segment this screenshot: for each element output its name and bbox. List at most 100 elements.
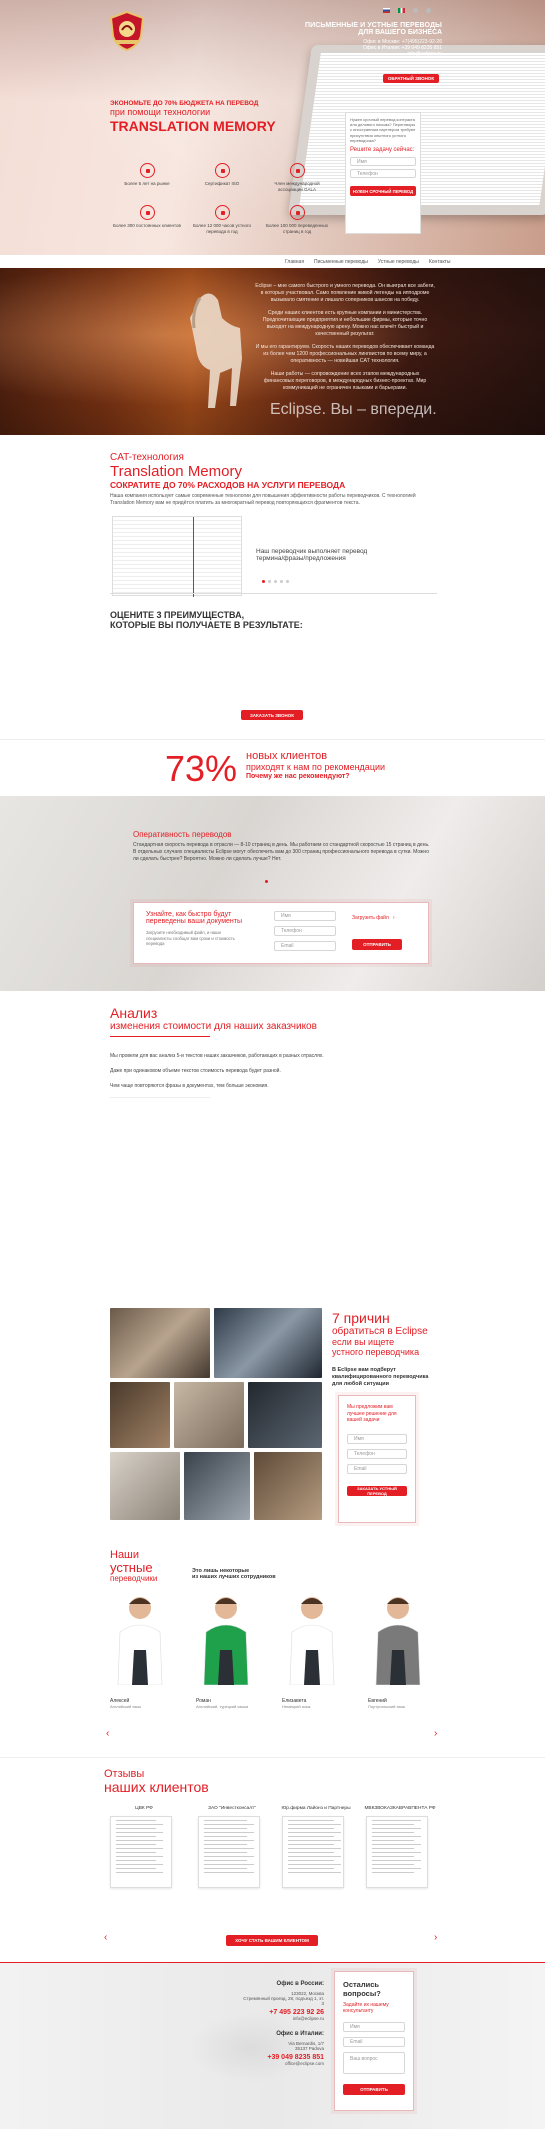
translator-photo	[203, 1597, 249, 1686]
review-letter[interactable]	[366, 1816, 428, 1888]
speed-text: Стандартная скорость перевода в отрасли …	[133, 842, 430, 862]
speed-form-title: переведены ваши документы	[146, 918, 243, 925]
translators-note: Это лишь некоторые из наших лучших сотру…	[192, 1568, 276, 1580]
carousel-dot[interactable]	[280, 580, 283, 583]
urgent-submit-button[interactable]: НУЖЕН СРОЧНЫЙ ПЕРЕВОД	[350, 186, 416, 197]
footer-email[interactable]: office@eclipse.com	[240, 2061, 324, 2066]
chevron-right-icon[interactable]: ›	[434, 1932, 437, 1943]
footer-email[interactable]: info@eclipse.ru	[240, 2016, 324, 2021]
oral-name-field[interactable]: Имя	[347, 1433, 407, 1444]
speed-phone-field[interactable]: Телефон	[274, 926, 336, 936]
footer-office-label: Офис в Италии:	[276, 2031, 324, 2037]
translator-photo	[117, 1597, 163, 1686]
urgent-name-field[interactable]: Имя	[350, 157, 416, 167]
reasons-heading: 7 причин обратиться в Eclipse если вы ищ…	[332, 1310, 442, 1388]
footer: Офис в России: 123022, Москва Стремянный…	[0, 1962, 545, 2129]
divider	[110, 1097, 210, 1098]
review-letter[interactable]	[198, 1816, 260, 1888]
question-submit-button[interactable]: ОТПРАВИТЬ	[343, 2084, 405, 2095]
advantages-title-line: ОЦЕНИТЕ 3 ПРЕИМУЩЕСТВА,	[110, 610, 245, 620]
header-email[interactable]: info@eclipse.ru	[300, 51, 442, 57]
carousel-dot[interactable]	[268, 580, 271, 583]
cat-screenshot	[112, 516, 242, 597]
reviews-heading: Отзывы наших клиентов	[104, 1768, 209, 1794]
carousel-dot[interactable]	[274, 580, 277, 583]
nav-contacts[interactable]: Контакты	[429, 259, 451, 265]
carousel-dot[interactable]	[262, 580, 265, 583]
certificate-icon	[214, 163, 230, 178]
footer-phone[interactable]: +7 495 223 92 26	[240, 2009, 324, 2016]
refresh-icon	[214, 205, 230, 220]
order-call-button[interactable]: ЗАКАЗАТЬ ЗВОНОК	[241, 710, 303, 720]
nav-oral[interactable]: Устные переводы	[378, 259, 419, 265]
hero-subtitle-2: при помощи технологии	[110, 107, 211, 117]
chevron-right-icon[interactable]: ›	[434, 1728, 437, 1739]
become-client-button[interactable]: ХОЧУ СТАТЬ ВАШИМ КЛИЕНТОМ	[226, 1935, 318, 1946]
question-form: Остались вопросы? Задайте их нашему конс…	[334, 1971, 414, 2111]
speed-form-text: Загрузите необходимый файл, и наши специ…	[146, 930, 235, 946]
team-photo	[248, 1382, 322, 1448]
chevron-right-icon: ›	[392, 915, 395, 921]
footer-office-label: Офис в России:	[276, 1981, 324, 1987]
oral-email-field[interactable]: Email	[347, 1463, 407, 1474]
advantages-title-line: КОТОРЫЕ ВЫ ПОЛУЧАЕТЕ В РЕЗУЛЬТАТЕ:	[110, 620, 303, 630]
chevron-left-icon[interactable]: ‹	[106, 1728, 109, 1739]
question-email-field[interactable]: Email	[343, 2037, 405, 2047]
translator-card[interactable]: Роман Английский, турецкий языки	[196, 1590, 256, 1710]
footer-address: 35137 Padova	[294, 2046, 324, 2051]
horse-paragraph: Среди наших клиентов есть крупные компан…	[262, 310, 428, 337]
cat-caption-line: термина/фразы/предложения	[256, 555, 346, 562]
feature-text: Более 12 000 часов устного перевода в го…	[192, 223, 252, 234]
analysis-text: Даже при одинаковом объеме текстов стоим…	[110, 1068, 281, 1074]
translator-card[interactable]: Елизавета Немецкий язык	[282, 1590, 342, 1710]
cat-section: CAT-технология Translation Memory СОКРАТ…	[110, 452, 440, 507]
calendar-icon	[139, 163, 155, 178]
reviews-title: наших клиентов	[104, 1779, 209, 1795]
feature-item: Член международной ассоциации GALA	[262, 163, 332, 192]
facebook-icon[interactable]	[413, 8, 418, 13]
flag-ru-icon[interactable]	[383, 8, 390, 13]
logo[interactable]	[108, 10, 146, 52]
speed-name-field[interactable]: Имя	[274, 911, 336, 921]
horse-text: Eclipse – мне самого быстрого и умного п…	[255, 283, 435, 392]
feature-text: Более 5 лет на рынке	[124, 181, 170, 186]
urgent-phone-field[interactable]: Телефон	[350, 169, 416, 179]
reasons-subtitle: В Eclipse вам подберут квалифицированног…	[332, 1367, 429, 1387]
nav-written[interactable]: Письменные переводы	[314, 259, 368, 265]
translator-card[interactable]: Евгений Португальский язык	[368, 1590, 428, 1710]
horse-paragraph: Eclipse – мне самого быстрого и умного п…	[255, 283, 435, 303]
speed-email-field[interactable]: Email	[274, 941, 336, 951]
translators-title: переводчики	[110, 1574, 158, 1583]
translator-card[interactable]: Алексей Английский язык	[110, 1590, 170, 1710]
translator-role: Английский, турецкий языки	[196, 1704, 249, 1709]
translators-title: устные	[110, 1560, 153, 1575]
hero-subtitle: ЭКОНОМЬТЕ ДО 70% БЮДЖЕТА НА ПЕРЕВОД	[110, 100, 259, 107]
red-underline	[110, 1036, 210, 1037]
analysis-section: Анализ изменения стоимости для наших зак…	[110, 1005, 440, 1098]
question-name-field[interactable]: Имя	[343, 2022, 405, 2032]
flag-it-icon[interactable]	[398, 8, 405, 13]
horse-banner: Eclipse – мне самого быстрого и умного п…	[0, 268, 545, 435]
reasons-title: 7 причин	[332, 1310, 390, 1326]
vk-icon[interactable]	[426, 8, 431, 13]
oral-phone-field[interactable]: Телефон	[347, 1448, 407, 1459]
upload-file-link[interactable]: Загрузить файл ›	[352, 915, 395, 921]
speed-submit-button[interactable]: ОТПРАВИТЬ	[352, 939, 402, 950]
carousel-dot[interactable]	[286, 580, 289, 583]
cat-caption: Наш переводчик выполняет перевод термина…	[256, 548, 367, 562]
divider	[110, 593, 437, 594]
callback-button[interactable]: ОБРАТНЫЙ ЗВОНОК	[383, 74, 439, 83]
horse-slogan: Eclipse. Вы – впереди.	[270, 401, 437, 418]
translator-role: Немецкий язык	[282, 1704, 311, 1709]
question-text-field[interactable]: Ваш вопрос	[343, 2052, 405, 2074]
oral-submit-button[interactable]: ЗАКАЗАТЬ УСТНЫЙ ПЕРЕВОД	[347, 1485, 407, 1496]
footer-phone[interactable]: +39 049 8235 851	[240, 2054, 324, 2061]
speed-form-heading: Узнайте, как быстро будут переведены ваш…	[146, 911, 246, 947]
reasons-title: обратиться в Eclipse	[332, 1326, 428, 1337]
review-letter[interactable]	[110, 1816, 172, 1888]
review-letter[interactable]	[282, 1816, 344, 1888]
nav-home[interactable]: Главная	[285, 259, 304, 265]
chevron-left-icon[interactable]: ‹	[104, 1932, 107, 1943]
review-company: Юр.фирма Лайонз и Партнеры	[281, 1806, 351, 1811]
analysis-text: Мы провели для вас анализ 5-и текстов на…	[110, 1053, 324, 1059]
